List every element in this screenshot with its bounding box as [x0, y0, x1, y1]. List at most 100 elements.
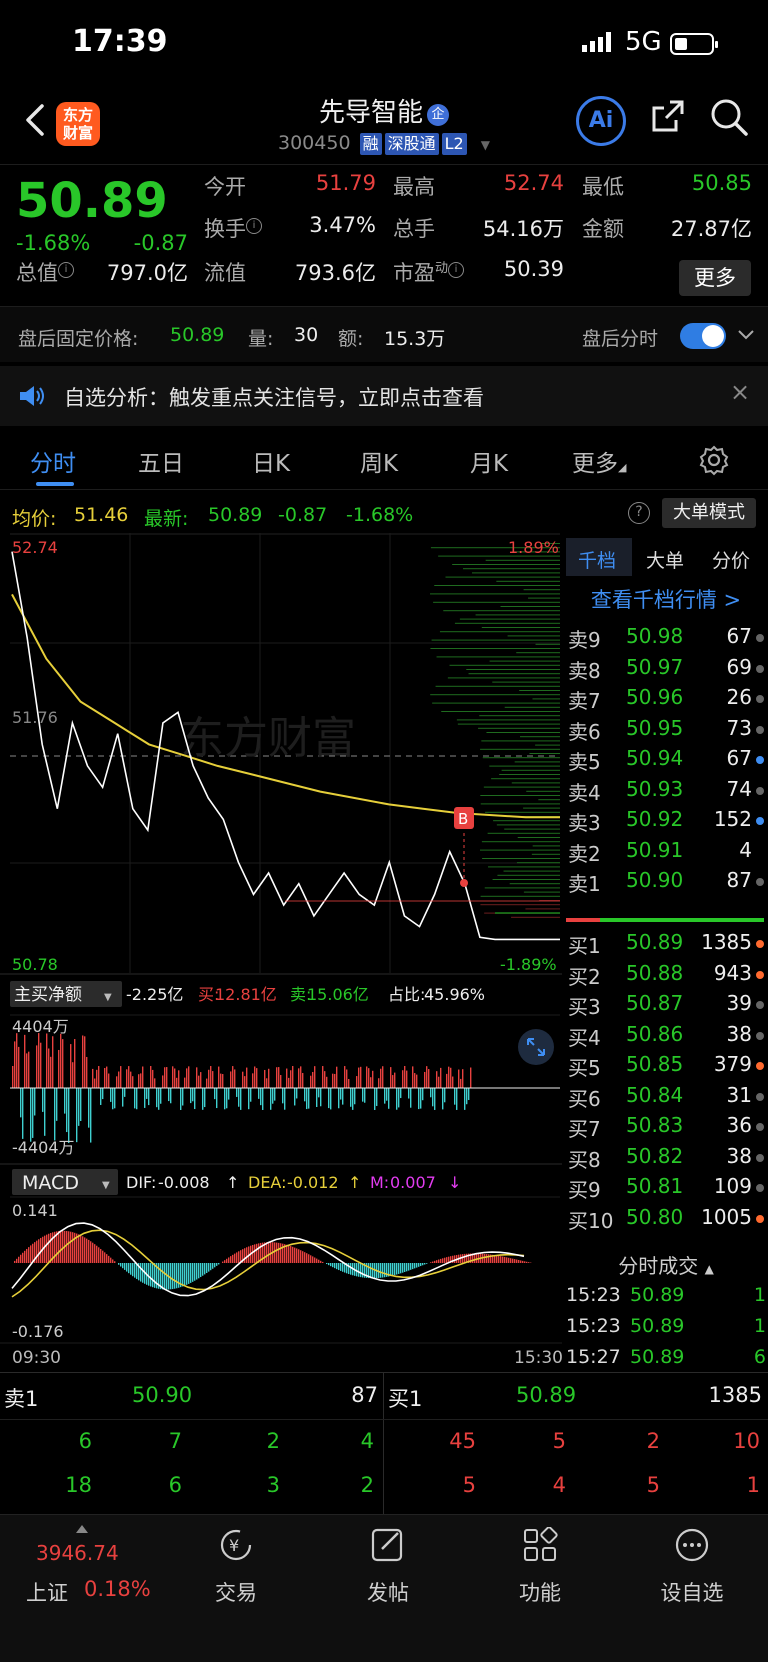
- macd-bar: [82, 1236, 84, 1263]
- arrow-up-icon: ↑: [226, 1173, 239, 1192]
- bid-row[interactable]: 买1 50.89 1385: [566, 926, 768, 958]
- depth-bar: [483, 786, 560, 788]
- tab-intraday[interactable]: 分时: [30, 444, 76, 478]
- tab-five-day[interactable]: 五日: [138, 444, 184, 478]
- ask-row[interactable]: 卖6 50.95 73: [566, 712, 768, 744]
- after-hours-toggle-label: 盘后分时: [582, 328, 659, 350]
- macd-bar: [252, 1244, 254, 1263]
- macd-bar: [290, 1246, 292, 1263]
- depth-bar: [466, 669, 560, 670]
- macd-bar: [258, 1243, 260, 1263]
- macd-bar: [424, 1263, 426, 1265]
- net-buy-bar: [194, 1088, 196, 1110]
- macd-bar: [134, 1263, 136, 1278]
- chevron-down-icon[interactable]: [736, 325, 756, 345]
- tag-connect: 深股通: [384, 133, 439, 155]
- more-button[interactable]: 更多: [679, 260, 751, 296]
- macd-bar: [292, 1246, 294, 1263]
- tab-thousand-levels[interactable]: 千档: [578, 546, 616, 573]
- net-buy-bar: [128, 1066, 130, 1088]
- net-buy-bar: [134, 1088, 136, 1109]
- macd-bar: [430, 1262, 432, 1263]
- bid-row[interactable]: 买5 50.85 379: [566, 1048, 768, 1080]
- net-buy-bar: [114, 1088, 116, 1109]
- view-levels-link[interactable]: 查看千档行情 >: [566, 584, 766, 614]
- expand-button[interactable]: [518, 1029, 554, 1065]
- net-buy-bar: [400, 1088, 402, 1099]
- macd-bar: [44, 1235, 46, 1263]
- close-icon[interactable]: ×: [730, 378, 750, 406]
- net-buy-bar: [60, 1033, 62, 1088]
- trades-header[interactable]: 分时成交 ▲: [566, 1250, 766, 1279]
- net-buy-header: 主买净额 ▼ -2.25亿 买: 12.81亿 卖: 15.06亿 占比: 45…: [0, 973, 562, 1007]
- info-icon[interactable]: i: [58, 262, 74, 278]
- net-buy-bar: [138, 1074, 140, 1088]
- bid-row[interactable]: 买2 50.88 943: [566, 957, 768, 989]
- tab-weekly-k[interactable]: 周K: [360, 444, 398, 478]
- tab-monthly-k[interactable]: 月K: [470, 444, 508, 478]
- ask-row[interactable]: 卖1 50.90 87: [566, 864, 768, 896]
- macd-bar: [506, 1257, 508, 1263]
- macd-bar: [28, 1247, 30, 1263]
- macd-bar: [224, 1260, 226, 1263]
- bid-row[interactable]: 买3 50.87 39: [566, 987, 768, 1019]
- ai-button[interactable]: Ai: [576, 96, 626, 146]
- buy-queue-cell: 4: [552, 1473, 566, 1497]
- nav-add-watchlist-label: 设自选: [660, 1581, 724, 1605]
- net-buy-bar: [280, 1074, 282, 1088]
- ask-row[interactable]: 卖2 50.91 4: [566, 834, 768, 866]
- info-icon[interactable]: i: [246, 218, 262, 234]
- depth-bar: [485, 811, 560, 813]
- ask-row[interactable]: 卖3 50.92 152: [566, 803, 768, 835]
- share-icon[interactable]: [650, 98, 686, 134]
- signal-icon: [582, 32, 611, 52]
- search-icon[interactable]: [710, 98, 750, 138]
- bid-row[interactable]: 买4 50.86 38: [566, 1018, 768, 1050]
- tab-big-orders[interactable]: 大单: [646, 546, 684, 573]
- macd-bar: [444, 1257, 446, 1263]
- stock-code-row[interactable]: 300450 融深股通 L2 ▼: [0, 132, 768, 155]
- macd-bar: [254, 1244, 256, 1263]
- gear-icon[interactable]: [698, 444, 730, 476]
- bid-volume: 39: [726, 991, 752, 1015]
- macd-bar: [186, 1263, 188, 1285]
- net-buy-bar: [342, 1088, 344, 1105]
- ask-row[interactable]: 卖9 50.98 67: [566, 620, 768, 652]
- macd-bar: [516, 1259, 518, 1263]
- last-price: 50.89: [16, 173, 168, 229]
- tab-more[interactable]: 更多◢: [572, 444, 626, 478]
- net-buy-bar: [340, 1088, 342, 1100]
- trade-price: 50.89: [630, 1346, 685, 1368]
- sell-queue-cell: 18: [65, 1473, 92, 1497]
- enterprise-badge: 企: [427, 104, 449, 126]
- ask-volume: 26: [726, 685, 752, 709]
- macd-bar: [496, 1255, 498, 1263]
- macd-bar: [184, 1263, 186, 1286]
- bid-row[interactable]: 买6 50.84 31: [566, 1079, 768, 1111]
- tab-price-dist[interactable]: 分价: [712, 546, 750, 573]
- macd-bar: [308, 1254, 310, 1263]
- bid-row[interactable]: 买7 50.83 36: [566, 1109, 768, 1141]
- after-hours-toggle[interactable]: [680, 323, 726, 349]
- depth-bar: [431, 639, 560, 641]
- tab-daily-k[interactable]: 日K: [252, 444, 290, 478]
- time-start-label: 09:30: [12, 1348, 61, 1368]
- trade-volume: 1: [753, 1315, 766, 1337]
- bid-row[interactable]: 买8 50.82 38: [566, 1140, 768, 1172]
- help-icon[interactable]: ?: [628, 502, 650, 524]
- net-buy-bar: [404, 1066, 406, 1088]
- volume-label: 总手: [393, 217, 435, 241]
- latest-change: -0.87: [278, 504, 328, 526]
- ask-row[interactable]: 卖8 50.97 69: [566, 651, 768, 683]
- ask-row[interactable]: 卖5 50.94 67: [566, 742, 768, 774]
- big-order-mode-button[interactable]: 大单模式: [662, 498, 756, 528]
- ask-row[interactable]: 卖7 50.96 26: [566, 681, 768, 713]
- depth-bar: [525, 908, 560, 910]
- bid-row[interactable]: 买10 50.80 1005: [566, 1201, 768, 1233]
- notice-bar[interactable]: 自选分析：触发重点关注信号，立即点击查看 ×: [0, 366, 768, 426]
- intraday-chart[interactable]: 东方财富 B 52.74 51.76 50.78 1.89% -1.89% 主买…: [0, 533, 562, 1373]
- info-icon[interactable]: i: [448, 262, 465, 278]
- ask-row[interactable]: 卖4 50.93 74: [566, 773, 768, 805]
- bid-row[interactable]: 买9 50.81 109: [566, 1170, 768, 1202]
- macd-bar: [402, 1263, 404, 1273]
